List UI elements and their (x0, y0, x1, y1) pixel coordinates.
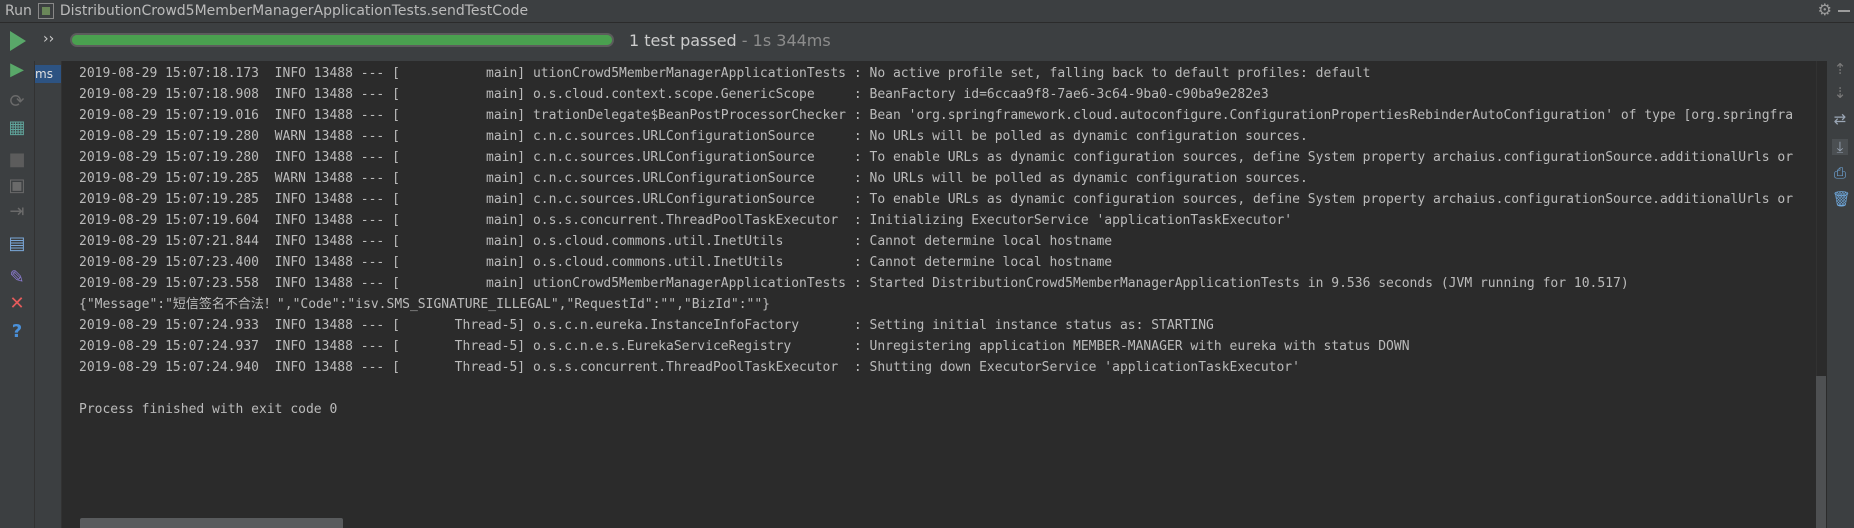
test-status: 1 test passed - 1s 344ms (629, 31, 831, 50)
close-icon[interactable]: ✕ (8, 295, 26, 313)
layout-icon[interactable]: ▤ (8, 235, 26, 253)
play-icon[interactable]: ▶ (8, 61, 26, 79)
test-status-text: 1 test passed (629, 31, 737, 50)
gear-icon[interactable]: ⚙ (1818, 0, 1832, 19)
exit-icon[interactable]: ⇥ (8, 203, 26, 221)
test-progress-fill (72, 35, 612, 45)
vertical-scrollbar-thumb[interactable] (1816, 376, 1826, 528)
horizontal-scrollbar[interactable] (80, 518, 343, 528)
help-icon[interactable]: ? (8, 323, 26, 341)
right-tool-strip: ⇡ ⇣ ⇄ ⤓ ⎙ 🗑 (1827, 61, 1854, 528)
console-line: 2019-08-29 15:07:24.933 INFO 13488 --- [… (79, 318, 1214, 333)
console-line: 2019-08-29 15:07:24.937 INFO 13488 --- [… (79, 339, 1410, 354)
test-tree-selected-item[interactable]: ms (35, 65, 61, 83)
rerun-play-icon[interactable] (10, 31, 26, 51)
run-tab-title[interactable]: DistributionCrowd5MemberManagerApplicati… (60, 3, 528, 19)
test-tree-panel: ms (35, 61, 62, 528)
console-line: 2019-08-29 15:07:19.285 INFO 13488 --- [… (79, 192, 1794, 207)
soft-wrap-icon[interactable]: ⇄ (1832, 111, 1848, 127)
down-arrow-icon[interactable]: ⇣ (1832, 85, 1848, 101)
expand-chevron-icon[interactable]: ›› (43, 31, 54, 47)
console-line: 2019-08-29 15:07:18.173 INFO 13488 --- [… (79, 66, 1371, 81)
title-bar: Run DistributionCrowd5MemberManagerAppli… (0, 0, 1854, 23)
clear-icon[interactable]: 🗑 (1832, 191, 1851, 207)
print-icon[interactable]: ⎙ (1832, 165, 1848, 181)
up-arrow-icon[interactable]: ⇡ (1832, 61, 1848, 77)
minimize-icon[interactable] (1838, 10, 1850, 12)
stop-icon[interactable]: ■ (8, 151, 26, 169)
test-config-icon (37, 3, 54, 19)
console-line: 2019-08-29 15:07:19.285 WARN 13488 --- [… (79, 171, 1308, 186)
test-duration: - 1s 344ms (736, 31, 831, 50)
toggle-tests-icon[interactable]: ▦ (8, 119, 26, 137)
console-line: {"Message":"短信签名不合法！","Code":"isv.SMS_SI… (79, 297, 770, 312)
console-line: 2019-08-29 15:07:23.400 INFO 13488 --- [… (79, 255, 1113, 270)
console-line: 2019-08-29 15:07:19.016 INFO 13488 --- [… (79, 108, 1794, 123)
console-line: 2019-08-29 15:07:19.280 WARN 13488 --- [… (79, 129, 1308, 144)
screenshot-icon[interactable]: ▣ (8, 177, 26, 195)
scroll-to-end-icon[interactable]: ⤓ (1832, 139, 1848, 155)
console-line: Process finished with exit code 0 (79, 402, 338, 417)
console-line: 2019-08-29 15:07:23.558 INFO 13488 --- [… (79, 276, 1629, 291)
test-toolbar: ›› 1 test passed - 1s 344ms (0, 23, 1854, 61)
run-label: Run (5, 3, 32, 19)
rerun-failed-icon[interactable]: ⟳ (8, 93, 26, 111)
console-line: 2019-08-29 15:07:19.280 INFO 13488 --- [… (79, 150, 1794, 165)
test-progress-bar (70, 33, 614, 47)
console-line: 2019-08-29 15:07:19.604 INFO 13488 --- [… (79, 213, 1293, 228)
console-line: 2019-08-29 15:07:18.908 INFO 13488 --- [… (79, 87, 1269, 102)
console-line: 2019-08-29 15:07:24.940 INFO 13488 --- [… (79, 360, 1300, 375)
console-line: 2019-08-29 15:07:21.844 INFO 13488 --- [… (79, 234, 1113, 249)
left-tool-strip: ▶ ⟳ ▦ ■ ▣ ⇥ ▤ ✎ ✕ ? (0, 61, 35, 528)
pin-icon[interactable]: ✎ (8, 269, 26, 287)
console-output[interactable]: 2019-08-29 15:07:18.173 INFO 13488 --- [… (62, 61, 1816, 528)
